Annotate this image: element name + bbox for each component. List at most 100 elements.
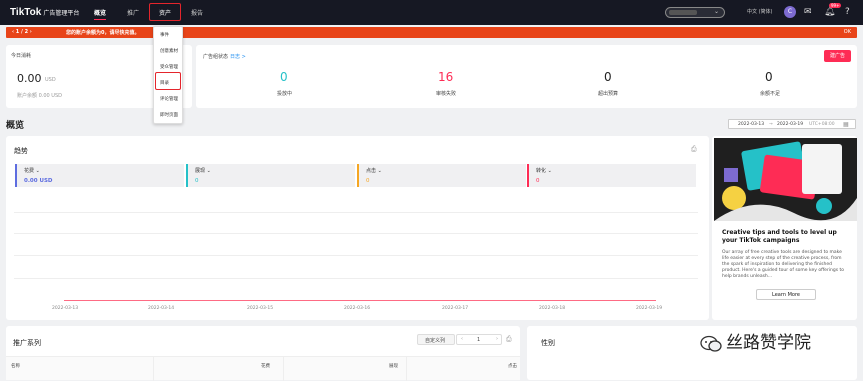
create-ad-button[interactable]: 建广告 [824,50,851,62]
col-spend[interactable]: 花费 [261,363,270,369]
chart-gridline [14,212,698,213]
prev-page-icon[interactable]: ‹ [461,336,463,342]
date-from: 2022-03-13 [738,122,765,127]
wechat-icon-art [700,335,722,352]
account-selector[interactable]: ⌄ [665,7,725,18]
top-bar: TikTok 广告管理平台 概览 推广 资产 报告 ⌄ 中文 (简体) C ✉ 🔔… [0,0,863,25]
campaign-table-header: 名称 花费 展现 点击 [6,356,520,381]
metric-impressions-name: 展现 ⌄ [195,168,211,174]
x-tick: 2022-03-15 [247,306,274,311]
spend-unit: USD [45,77,56,83]
chart-gridline [14,255,698,256]
metric-clicks-name: 点击 ⌄ [366,168,382,174]
metric-clicks-value: 0 [366,178,370,184]
chart-gridline [14,233,698,234]
date-range-picker[interactable]: 2022-03-13 → 2022-03-19 UTC+08:00 ▦ [728,119,856,129]
timezone: UTC+08:00 [809,122,835,127]
tiktok-logo[interactable]: TikTok 广告管理平台 [10,7,79,18]
x-tick: 2022-03-18 [539,306,566,311]
col-name[interactable]: 名称 [11,363,20,369]
date-to: 2022-03-19 [777,122,804,127]
metric-spend[interactable]: 花费 ⌄ 0.00 USD [15,164,184,187]
custom-columns-button[interactable]: 自定义列 [417,334,455,345]
metric-conversions-name: 转化 ⌄ [536,168,552,174]
metric-spend-value: 0.00 USD [24,178,53,184]
nav-overview[interactable]: 概览 [94,8,107,20]
dropdown-item-instant-page[interactable]: 即时页面 [160,112,178,118]
current-page[interactable]: 1 [477,337,480,343]
col-clicks[interactable]: 点击 [508,363,517,369]
x-tick: 2022-03-16 [344,306,371,311]
chart-gridline [14,278,698,279]
spend-label: 今日消耗 [11,53,32,59]
metric-spend-bar [15,164,17,187]
metric-conversions-bar [527,164,529,187]
dropdown-item-creatives[interactable]: 创意素材 [160,48,178,54]
account-balance: 账户余额 0.00 USD [17,93,62,99]
col-impressions[interactable]: 展现 [389,363,398,369]
metric-conversions-value: 0 [536,178,540,184]
banner-message: 您的账户余额为0，请尽快充值。 [66,30,140,36]
custom-columns-label: 自定义列 [425,338,446,344]
wechat-icon [700,335,722,353]
nav-reports[interactable]: 报告 [191,8,203,17]
metric-clicks[interactable]: 点击 ⌄ 0 [357,164,526,187]
status-label-balance: 余额不足 [760,91,781,97]
assets-highlight-box [149,3,181,21]
metric-spend-label: 花费 [24,168,35,174]
x-tick: 2022-03-19 [636,306,663,311]
status-label-failed: 审核失败 [436,91,457,97]
metric-conversions-label: 转化 [536,168,547,174]
tips-illustration-art [714,138,857,221]
status-value-balance: 0 [765,70,773,84]
dropdown-item-audience[interactable]: 受众管理 [160,64,178,70]
status-value-active: 0 [280,70,288,84]
status-value-budget: 0 [604,70,612,84]
logo-subtitle: 广告管理平台 [43,11,80,17]
pagination[interactable]: ‹ 1 › [456,334,502,345]
status-label-active: 投放中 [277,91,293,97]
help-icon[interactable]: ? [845,6,850,18]
dropdown-item-events[interactable]: 事件 [160,32,169,38]
catalog-highlight-box [155,72,181,90]
metric-impressions[interactable]: 展现 ⌄ 0 [186,164,355,187]
metric-spend-name: 花费 ⌄ [24,168,40,174]
status-label-budget: 超出预算 [598,91,619,97]
gender-title: 性别 [541,339,555,347]
alert-banner: ‹ 1 / 2 › 您的账户余额为0，请尽快充值。 OK [6,27,857,38]
language-switcher[interactable]: 中文 (简体) [747,8,773,15]
download-icon[interactable]: ⎙ [691,145,697,154]
tips-title: Creative tips and tools to level up your… [722,229,837,244]
chevron-down-icon: ⌄ [713,8,719,15]
status-label: 广告组状态 [203,54,229,60]
next-page-icon[interactable]: › [496,336,498,342]
col-divider [406,357,407,381]
x-tick: 2022-03-17 [442,306,469,311]
x-tick: 2022-03-14 [148,306,175,311]
arrow-right-icon: → [769,122,773,127]
account-selector-value [669,10,697,15]
logo-text: TikTok [10,7,42,18]
tips-text: Our array of free creative tools are des… [722,250,845,279]
avatar[interactable]: C [784,6,796,18]
tips-illustration [714,138,857,221]
metric-impressions-value: 0 [195,178,199,184]
banner-ok-button[interactable]: OK [844,29,851,35]
overview-title: 概览 [6,121,25,131]
metric-impressions-label: 展现 [195,168,206,174]
campaign-download-icon[interactable]: ⎙ [506,335,512,344]
col-divider [283,357,284,381]
inbox-icon[interactable]: ✉ [804,6,812,18]
status-card: 广告组状态 日志 > [196,45,857,108]
x-tick: 2022-03-13 [52,306,79,311]
nav-promotion[interactable]: 推广 [127,8,139,17]
trend-title: 趋势 [14,147,28,155]
banner-pager[interactable]: ‹ 1 / 2 › [12,29,32,35]
metric-clicks-bar [357,164,359,187]
metric-clicks-label: 点击 [366,168,377,174]
status-log-link[interactable]: 日志 > [230,53,246,60]
dropdown-item-comments[interactable]: 评论管理 [160,96,178,102]
metric-conversions[interactable]: 转化 ⌄ 0 [527,164,696,187]
spend-amount: 0.00 [17,72,42,85]
learn-more-button[interactable]: Learn More [756,289,816,300]
